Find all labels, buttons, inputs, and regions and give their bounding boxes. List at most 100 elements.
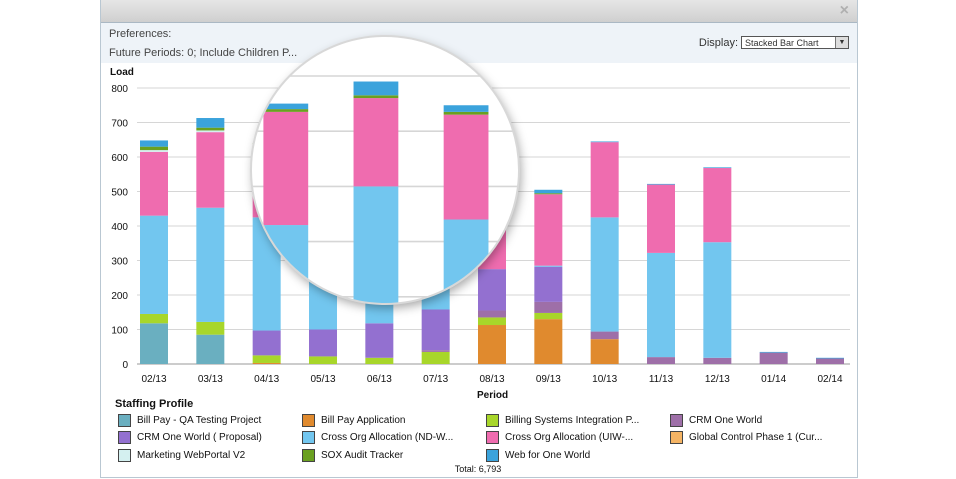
bar-segment bbox=[140, 151, 168, 216]
x-tick-label: 10/13 bbox=[592, 374, 617, 385]
bar-segment bbox=[647, 184, 675, 253]
y-tick-label: 300 bbox=[111, 257, 128, 268]
legend-label: Bill Pay - QA Testing Project bbox=[137, 415, 262, 426]
bar-segment bbox=[703, 167, 732, 169]
bar-segment bbox=[140, 215, 168, 314]
bar-segment bbox=[421, 350, 450, 352]
legend-item[interactable]: Marketing WebPortal V2 bbox=[118, 449, 245, 462]
x-tick-label: 05/13 bbox=[310, 374, 335, 385]
bar-segment bbox=[196, 132, 225, 208]
y-tick-label: 500 bbox=[111, 188, 128, 199]
y-tick-label: 0 bbox=[122, 360, 128, 371]
legend-swatch bbox=[486, 431, 499, 444]
bar-segment bbox=[252, 362, 281, 364]
bar-segment bbox=[534, 319, 563, 364]
y-tick-label: 200 bbox=[111, 291, 128, 302]
bar-segment bbox=[534, 301, 563, 313]
legend-item[interactable]: Bill Pay Application bbox=[302, 414, 406, 427]
legend-label: Marketing WebPortal V2 bbox=[137, 450, 246, 461]
legend-swatch bbox=[670, 431, 683, 444]
bar-segment bbox=[421, 351, 450, 364]
bar-segment bbox=[816, 357, 844, 359]
x-tick-label: 12/13 bbox=[705, 374, 730, 385]
bar-segment bbox=[309, 356, 337, 364]
x-tick-label: 02/13 bbox=[141, 374, 166, 385]
legend-item[interactable]: SOX Audit Tracker bbox=[302, 449, 403, 462]
bar-segment bbox=[647, 183, 675, 185]
bar-segment bbox=[816, 358, 844, 364]
bar-segment bbox=[590, 141, 619, 143]
bar-segment bbox=[252, 330, 281, 356]
bar-segment bbox=[759, 351, 788, 353]
bar-segment bbox=[140, 150, 168, 152]
bar-segment bbox=[196, 321, 225, 335]
y-tick-label: 700 bbox=[111, 119, 128, 130]
total-label: Total: 6,793 bbox=[454, 464, 502, 474]
legend-label: SOX Audit Tracker bbox=[321, 450, 404, 461]
bar-segment bbox=[478, 325, 506, 364]
bar-segment bbox=[196, 334, 225, 364]
bar-segment bbox=[534, 265, 563, 267]
legend-item[interactable]: Billing Systems Integration P... bbox=[486, 414, 639, 427]
bar-segment bbox=[309, 329, 337, 357]
y-tick-label: 600 bbox=[111, 153, 128, 164]
x-tick-label: 08/13 bbox=[479, 374, 504, 385]
legend-swatch bbox=[118, 414, 131, 427]
bar-segment bbox=[140, 140, 168, 147]
bar-segment bbox=[365, 323, 394, 358]
bar-segment bbox=[478, 310, 506, 318]
bar-segment bbox=[647, 252, 675, 358]
legend-swatch bbox=[670, 414, 683, 427]
x-tick-label: 06/13 bbox=[367, 374, 392, 385]
bar-segment bbox=[140, 323, 168, 364]
bar-segment bbox=[703, 168, 732, 243]
bar-segment bbox=[196, 207, 225, 322]
bar-segment bbox=[478, 317, 506, 326]
bar-segment bbox=[365, 357, 394, 364]
bar-segment bbox=[534, 193, 563, 195]
bar-segment bbox=[252, 355, 281, 363]
legend-item[interactable]: Web for One World bbox=[486, 449, 590, 462]
bar-segment bbox=[196, 127, 225, 131]
legend-label: Billing Systems Integration P... bbox=[505, 415, 640, 426]
legend-swatch bbox=[302, 431, 315, 444]
bar-segment bbox=[534, 194, 563, 266]
legend-title: Staffing Profile bbox=[115, 398, 194, 410]
legend-item[interactable]: Bill Pay - QA Testing Project bbox=[118, 414, 261, 427]
bar-segment bbox=[703, 242, 732, 358]
bar-segment bbox=[590, 217, 619, 332]
bar-segment bbox=[534, 189, 563, 194]
legend-swatch bbox=[486, 414, 499, 427]
legend-label: CRM One World ( Proposal) bbox=[137, 432, 262, 443]
legend-swatch bbox=[302, 414, 315, 427]
x-tick-label: 03/13 bbox=[198, 374, 223, 385]
y-tick-label: 400 bbox=[111, 222, 128, 233]
legend-item[interactable]: Global Control Phase 1 (Cur... bbox=[670, 431, 822, 444]
legend-item[interactable]: CRM One World bbox=[670, 414, 762, 427]
bar-segment bbox=[534, 266, 563, 302]
x-tick-label: 11/13 bbox=[649, 374, 674, 385]
legend-swatch bbox=[118, 431, 131, 444]
legend-item[interactable]: Cross Org Allocation (ND-W... bbox=[302, 431, 453, 444]
legend-swatch bbox=[118, 449, 131, 462]
legend-label: Global Control Phase 1 (Cur... bbox=[689, 432, 823, 443]
bar-segment bbox=[421, 309, 450, 351]
legend-swatch bbox=[486, 449, 499, 462]
x-axis-label: Period bbox=[477, 390, 509, 401]
bar-segment bbox=[478, 269, 506, 311]
y-tick-label: 800 bbox=[111, 84, 128, 95]
legend-label: Bill Pay Application bbox=[321, 415, 406, 426]
x-tick-label: 04/13 bbox=[254, 374, 279, 385]
legend-item[interactable]: CRM One World ( Proposal) bbox=[118, 431, 262, 444]
bar-segment bbox=[759, 352, 788, 364]
bar-segment bbox=[196, 130, 225, 133]
bar-segment bbox=[590, 142, 619, 218]
x-tick-label: 07/13 bbox=[423, 374, 448, 385]
bar-segment bbox=[647, 357, 675, 364]
legend-item[interactable]: Cross Org Allocation (UIW-... bbox=[486, 431, 633, 444]
bar-segment bbox=[590, 331, 619, 340]
legend-swatch bbox=[302, 449, 315, 462]
bar-segment bbox=[590, 339, 619, 364]
bar-segment bbox=[703, 357, 732, 364]
bar-segment bbox=[196, 118, 225, 128]
